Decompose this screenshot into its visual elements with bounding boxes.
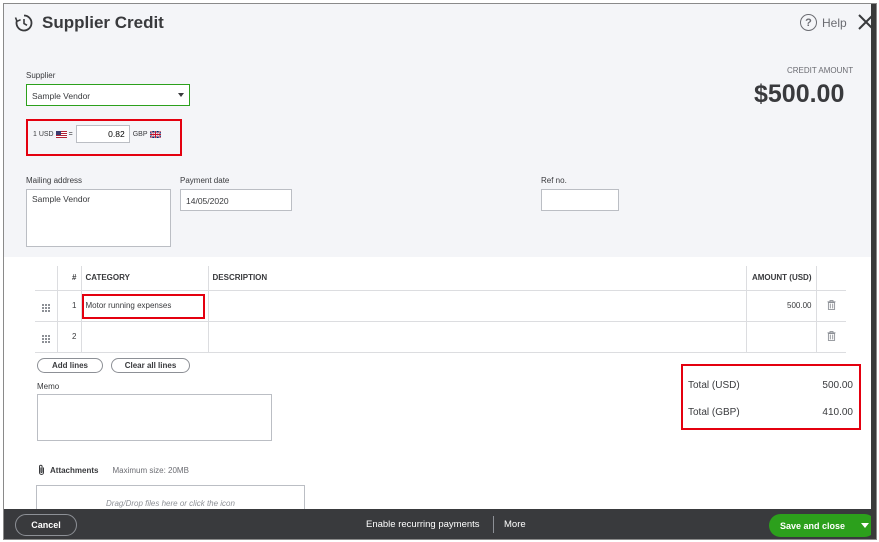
- payment-date-value: 14/05/2020: [186, 196, 229, 206]
- amount-cell[interactable]: 500.00: [746, 290, 817, 322]
- category-highlight: [82, 294, 205, 319]
- total-usd-row: Total (USD) 500.00: [688, 372, 853, 399]
- attachments-max-size: Maximum size: 20MB: [112, 465, 189, 475]
- rate-to-label: GBP: [132, 130, 148, 138]
- row-number: 1: [57, 290, 82, 322]
- supplier-select[interactable]: Sample Vendor: [26, 84, 190, 106]
- table-row[interactable]: 2: [35, 321, 846, 353]
- category-column-header: CATEGORY: [81, 266, 209, 291]
- amount-cell[interactable]: [746, 321, 817, 353]
- drag-handle-icon[interactable]: [35, 321, 58, 353]
- description-cell[interactable]: [208, 290, 747, 322]
- mailing-address-value: Sample Vendor: [32, 194, 91, 204]
- drag-column-header: [35, 266, 58, 291]
- credit-amount-label: CREDIT AMOUNT: [787, 66, 854, 75]
- save-and-close-button[interactable]: Save and close: [769, 514, 876, 537]
- supplier-value: Sample Vendor: [32, 91, 91, 101]
- window-edge: [871, 4, 876, 539]
- chevron-down-icon[interactable]: [861, 523, 869, 528]
- table-header-row: # CATEGORY DESCRIPTION AMOUNT (USD): [35, 266, 846, 291]
- payment-date-label: Payment date: [180, 176, 230, 185]
- help-button[interactable]: ? Help: [800, 14, 847, 31]
- attachments-label: Attachments: [50, 465, 99, 475]
- delete-row-button[interactable]: [816, 321, 846, 353]
- memo-label: Memo: [37, 382, 60, 391]
- payment-date-field[interactable]: 14/05/2020: [180, 189, 292, 211]
- cancel-button[interactable]: Cancel: [15, 514, 77, 536]
- amount-column-header: AMOUNT (USD): [746, 266, 817, 291]
- footer-divider: [493, 516, 494, 533]
- mailing-address-label: Mailing address: [26, 176, 83, 185]
- paperclip-icon: [39, 464, 44, 475]
- exchange-rate-row: 1 USD = GBP: [33, 125, 163, 143]
- rate-equals: =: [68, 130, 73, 138]
- rate-from-label: 1 USD: [33, 130, 54, 138]
- total-usd-value: 500.00: [822, 380, 853, 391]
- num-column-header: #: [57, 266, 82, 291]
- dropzone-hint: Drag/Drop files here or click the icon: [106, 499, 235, 508]
- help-label: Help: [822, 15, 847, 30]
- delete-column-header: [816, 266, 846, 291]
- page-title: Supplier Credit: [42, 13, 164, 32]
- help-icon: ?: [800, 14, 817, 31]
- more-link[interactable]: More: [504, 519, 526, 530]
- trash-icon: [827, 330, 836, 341]
- history-icon[interactable]: [14, 13, 34, 33]
- row-number: 2: [57, 321, 82, 353]
- us-flag-icon: [55, 130, 67, 138]
- drag-handle-icon[interactable]: [35, 290, 58, 322]
- memo-field[interactable]: [37, 394, 272, 441]
- trash-icon: [827, 299, 836, 310]
- chevron-down-icon[interactable]: [178, 93, 184, 97]
- total-gbp-label: Total (GBP): [688, 407, 740, 418]
- total-gbp-value: 410.00: [822, 407, 853, 418]
- save-and-close-label: Save and close: [780, 520, 846, 531]
- category-cell[interactable]: [81, 321, 209, 353]
- total-usd-label: Total (USD): [688, 380, 740, 391]
- exchange-rate-input[interactable]: [75, 125, 130, 143]
- mailing-address-field[interactable]: Sample Vendor: [26, 189, 171, 247]
- ref-no-label: Ref no.: [541, 176, 567, 185]
- clear-all-lines-button[interactable]: Clear all lines: [111, 358, 190, 373]
- total-gbp-row: Total (GBP) 410.00: [688, 399, 853, 426]
- add-lines-button[interactable]: Add lines: [37, 358, 103, 373]
- supplier-credit-window: Supplier Credit ? Help Supplier Sample V…: [3, 3, 877, 540]
- description-cell[interactable]: [208, 321, 747, 353]
- footer-bar: Cancel Enable recurring payments More Sa…: [4, 509, 876, 539]
- totals-panel: Total (USD) 500.00 Total (GBP) 410.00: [688, 372, 853, 426]
- description-column-header: DESCRIPTION: [208, 266, 747, 291]
- supplier-label: Supplier: [26, 71, 56, 80]
- uk-flag-icon: [149, 130, 161, 138]
- ref-no-field[interactable]: [541, 189, 619, 211]
- enable-recurring-payments-link[interactable]: Enable recurring payments: [366, 519, 480, 530]
- credit-amount-value: $500.00: [754, 80, 845, 108]
- delete-row-button[interactable]: [816, 290, 846, 322]
- attachments-header: Attachments Maximum size: 20MB: [37, 464, 189, 476]
